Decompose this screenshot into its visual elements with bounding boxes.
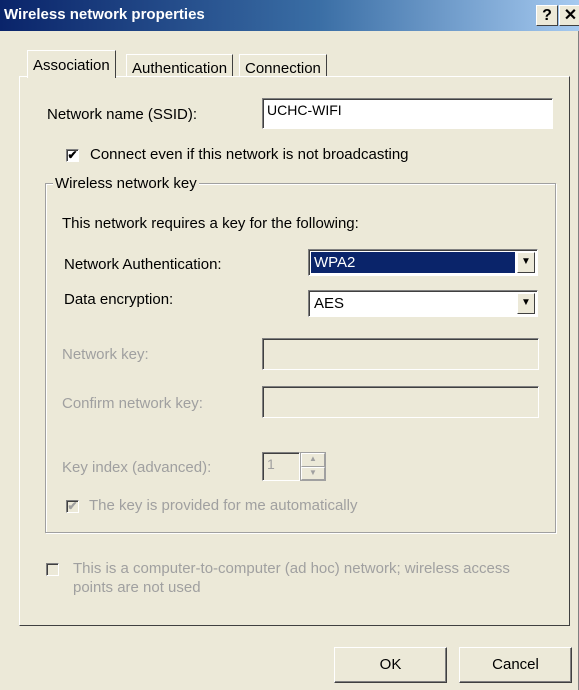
tab-association[interactable]: Association: [27, 50, 116, 78]
group-intro-text: This network requires a key for the foll…: [62, 215, 359, 232]
cancel-button[interactable]: Cancel: [459, 647, 572, 683]
ssid-label: Network name (SSID):: [47, 106, 198, 123]
ok-button[interactable]: OK: [334, 647, 447, 683]
window-title: Wireless network properties: [4, 6, 205, 23]
broadcast-checkbox-label: Connect even if this network is not broa…: [90, 146, 409, 163]
spin-down-icon[interactable]: ▼: [301, 466, 325, 480]
ssid-input[interactable]: UCHC-WIFI: [262, 98, 553, 129]
confirm-key-label: Confirm network key:: [62, 395, 203, 412]
spin-up-icon[interactable]: ▲: [301, 453, 325, 467]
wireless-properties-dialog: Wireless network properties ? ✕ Associat…: [0, 0, 579, 690]
help-button[interactable]: ?: [536, 5, 558, 26]
auto-key-checkbox-label: The key is provided for me automatically: [89, 497, 358, 514]
network-auth-label: Network Authentication:: [64, 256, 222, 273]
key-index-label: Key index (advanced):: [62, 459, 212, 476]
adhoc-checkbox-label-line2: points are not used: [73, 579, 201, 596]
chevron-down-icon[interactable]: ▼: [517, 252, 535, 273]
wireless-key-group-title: Wireless network key: [53, 175, 199, 192]
network-key-input[interactable]: [262, 338, 539, 370]
data-encryption-select[interactable]: AES ▼: [308, 290, 538, 317]
data-encryption-label: Data encryption:: [64, 291, 174, 308]
broadcast-checkbox[interactable]: ✔: [66, 149, 79, 162]
auto-key-checkbox[interactable]: ✔: [66, 500, 79, 513]
key-index-spinner[interactable]: ▲ ▼: [300, 452, 326, 481]
network-key-label: Network key:: [62, 346, 149, 363]
data-encryption-value: AES: [314, 295, 345, 312]
adhoc-checkbox-label-line1: This is a computer-to-computer (ad hoc) …: [73, 560, 510, 577]
key-index-input[interactable]: 1: [262, 452, 300, 481]
confirm-key-input[interactable]: [262, 386, 539, 418]
adhoc-checkbox[interactable]: [46, 563, 59, 576]
title-bar[interactable]: Wireless network properties ? ✕: [0, 0, 579, 31]
network-auth-value: WPA2: [311, 252, 515, 273]
chevron-down-icon[interactable]: ▼: [517, 293, 535, 314]
network-auth-select[interactable]: WPA2 ▼: [308, 249, 538, 276]
close-button[interactable]: ✕: [559, 5, 579, 26]
